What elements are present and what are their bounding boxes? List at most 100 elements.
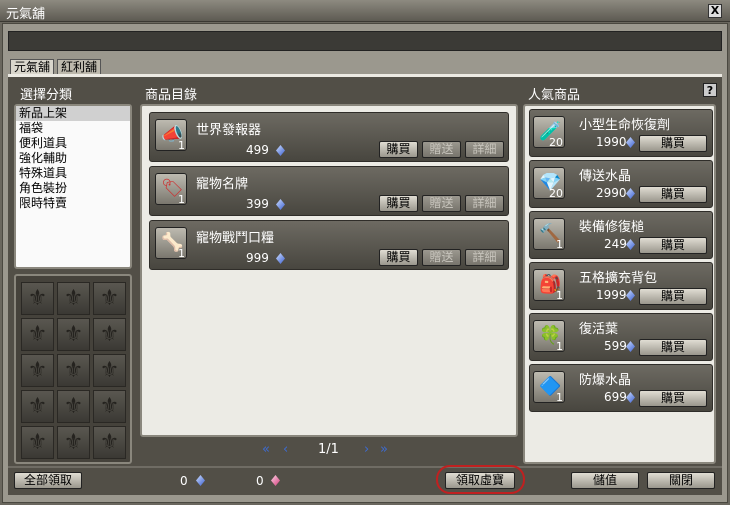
fleur-de-lis-slot[interactable]: ⚜ xyxy=(21,318,54,351)
item-quantity: 20 xyxy=(549,187,563,200)
diamond-currency-icon xyxy=(276,199,285,210)
detail-button[interactable]: 詳細 xyxy=(465,249,504,266)
detail-button[interactable]: 詳細 xyxy=(465,195,504,212)
popular-item: 🎒 1 五格擴充背包 1999 購買 xyxy=(529,262,713,310)
shield-crystal-icon[interactable]: 🔷 1 xyxy=(533,371,565,404)
item-price: 1999 xyxy=(596,288,627,302)
category-special[interactable]: 特殊道具 xyxy=(16,166,130,181)
fleur-de-lis-slot[interactable]: ⚜ xyxy=(93,426,126,459)
pet-nametag-icon[interactable]: 🏷 1 xyxy=(155,173,187,206)
catalog-item: 🦴 1 寵物戰鬥口糧 999 購買 贈送 詳細 xyxy=(149,220,509,270)
item-price: 249 xyxy=(604,237,627,251)
item-price: 2990 xyxy=(596,186,627,200)
buy-button[interactable]: 購買 xyxy=(639,339,707,356)
diamond-currency-icon xyxy=(276,253,285,264)
pagination: « ‹ 1/1 › » xyxy=(140,440,518,460)
fleur-de-lis-slot[interactable]: ⚜ xyxy=(21,354,54,387)
gift-button[interactable]: 贈送 xyxy=(422,141,461,158)
diamond-currency-icon xyxy=(626,137,635,148)
fleur-de-lis-slot[interactable]: ⚜ xyxy=(93,390,126,423)
blue-points-value: 0 xyxy=(180,474,188,488)
fleur-de-lis-slot[interactable]: ⚜ xyxy=(93,354,126,387)
fleur-de-lis-slot[interactable]: ⚜ xyxy=(57,390,90,423)
category-costume[interactable]: 角色裝扮 xyxy=(16,181,130,196)
item-price: 399 xyxy=(246,197,269,211)
fleur-de-lis-slot[interactable]: ⚜ xyxy=(21,390,54,423)
title-bar xyxy=(0,0,730,22)
diamond-currency-icon xyxy=(626,392,635,403)
item-quantity: 1 xyxy=(178,139,185,152)
popular-list: 🧪 20 小型生命恢復劑 1990 購買 💎 20 傳送水晶 2990 購買 🔨 1 … xyxy=(523,104,716,464)
item-name: 寵物戰鬥口糧 xyxy=(196,231,275,246)
fleur-de-lis-slot[interactable]: ⚜ xyxy=(21,426,54,459)
buy-button[interactable]: 購買 xyxy=(379,249,418,266)
item-name: 裝備修復槌 xyxy=(579,220,645,235)
tab-genki-shop[interactable]: 元氣舖 xyxy=(10,59,55,75)
category-enhancement[interactable]: 強化輔助 xyxy=(16,151,130,166)
category-list: 新品上架 福袋 便利道具 強化輔助 特殊道具 角色裝扮 限時特賣 xyxy=(14,104,132,269)
prev-page-icon[interactable]: ‹ xyxy=(283,442,288,457)
fleur-de-lis-slot[interactable]: ⚜ xyxy=(57,426,90,459)
item-name: 傳送水晶 xyxy=(579,169,632,184)
page-indicator: 1/1 xyxy=(318,442,339,457)
claim-all-button[interactable]: 全部領取 xyxy=(14,472,82,489)
buy-button[interactable]: 購買 xyxy=(379,141,418,158)
gift-button[interactable]: 贈送 xyxy=(422,249,461,266)
window-title: 元氣舖 xyxy=(6,7,46,22)
close-button[interactable]: 關閉 xyxy=(647,472,715,489)
item-quantity: 1 xyxy=(178,193,185,206)
item-price: 699 xyxy=(604,390,627,404)
buy-button[interactable]: 購買 xyxy=(379,195,418,212)
item-quantity: 1 xyxy=(178,247,185,260)
gift-button[interactable]: 贈送 xyxy=(422,195,461,212)
buy-button[interactable]: 購買 xyxy=(639,237,707,254)
close-window-button[interactable]: X xyxy=(708,4,722,18)
top-info-bar xyxy=(8,31,722,51)
fleur-de-lis-slot[interactable]: ⚜ xyxy=(93,318,126,351)
category-convenience[interactable]: 便利道具 xyxy=(16,136,130,151)
pink-points-value: 0 xyxy=(256,474,264,488)
fleur-de-lis-slot[interactable]: ⚜ xyxy=(57,282,90,315)
diamond-currency-icon xyxy=(626,290,635,301)
buy-button[interactable]: 購買 xyxy=(639,186,707,203)
item-price: 1990 xyxy=(596,135,627,149)
store-value-button[interactable]: 儲值 xyxy=(571,472,639,489)
popular-item: 💎 20 傳送水晶 2990 購買 xyxy=(529,160,713,208)
last-page-icon[interactable]: » xyxy=(380,442,388,457)
catalog-list: 📣 1 世界發報器 499 購買 贈送 詳細 🏷 1 寵物名牌 399 購買 贈送 … xyxy=(140,104,518,437)
fleur-de-lis-slot[interactable]: ⚜ xyxy=(21,282,54,315)
buy-button[interactable]: 購買 xyxy=(639,288,707,305)
item-name: 寵物名牌 xyxy=(196,177,249,192)
detail-button[interactable]: 詳細 xyxy=(465,141,504,158)
tab-bonus-shop[interactable]: 紅利舖 xyxy=(57,59,102,75)
item-name: 復活葉 xyxy=(579,322,619,337)
category-limited-sale[interactable]: 限時特賣 xyxy=(16,196,130,211)
teleport-crystal-icon[interactable]: 💎 20 xyxy=(533,167,565,200)
pet-ration-icon[interactable]: 🦴 1 xyxy=(155,227,187,260)
popular-item: 🔷 1 防爆水晶 699 購買 xyxy=(529,364,713,412)
megaphone-icon[interactable]: 📣 1 xyxy=(155,119,187,152)
repair-hammer-icon[interactable]: 🔨 1 xyxy=(533,218,565,251)
fleur-de-lis-slot[interactable]: ⚜ xyxy=(57,318,90,351)
category-new-arrivals[interactable]: 新品上架 xyxy=(16,106,130,121)
item-slot-grid: ⚜ ⚜ ⚜ ⚜ ⚜ ⚜ ⚜ ⚜ ⚜ ⚜ ⚜ ⚜ ⚜ ⚜ ⚜ xyxy=(14,274,132,464)
buy-button[interactable]: 購買 xyxy=(639,390,707,407)
buy-button[interactable]: 購買 xyxy=(639,135,707,152)
clover-icon[interactable]: 🍀 1 xyxy=(533,320,565,353)
popular-heading: 人氣商品 xyxy=(528,88,581,103)
help-button[interactable]: ? xyxy=(703,83,717,97)
item-name: 小型生命恢復劑 xyxy=(579,118,671,133)
fleur-de-lis-slot[interactable]: ⚜ xyxy=(93,282,126,315)
catalog-item: 🏷 1 寵物名牌 399 購買 贈送 詳細 xyxy=(149,166,509,216)
first-page-icon[interactable]: « xyxy=(262,442,270,457)
item-price: 499 xyxy=(246,143,269,157)
backpack-icon[interactable]: 🎒 1 xyxy=(533,269,565,302)
item-price: 599 xyxy=(604,339,627,353)
category-lucky-bag[interactable]: 福袋 xyxy=(16,121,130,136)
next-page-icon[interactable]: › xyxy=(364,442,369,457)
item-price: 999 xyxy=(246,251,269,265)
categories-heading: 選擇分類 xyxy=(20,88,73,103)
potion-icon[interactable]: 🧪 20 xyxy=(533,116,565,149)
fleur-de-lis-slot[interactable]: ⚜ xyxy=(57,354,90,387)
footer-divider xyxy=(8,466,722,468)
